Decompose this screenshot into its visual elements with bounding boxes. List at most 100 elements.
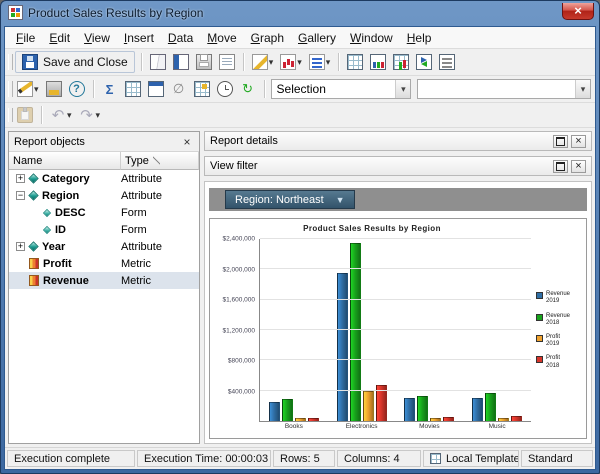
menu-view[interactable]: View xyxy=(77,28,117,48)
region-filter-dropdown[interactable]: Region: Northeast xyxy=(225,190,355,209)
format-wand-dropdown[interactable] xyxy=(250,53,276,71)
chevron-down-icon[interactable] xyxy=(575,80,590,98)
paste-button[interactable] xyxy=(15,106,35,124)
refresh-button[interactable]: ↻ xyxy=(238,80,258,98)
help-question-button[interactable]: ? xyxy=(67,80,87,98)
merge-cells-button[interactable] xyxy=(192,80,212,98)
format-pencil-dropdown[interactable] xyxy=(15,80,41,98)
object-type: Attribute xyxy=(121,240,162,253)
format-painter-button[interactable] xyxy=(44,80,64,98)
close-icon[interactable] xyxy=(571,159,586,173)
help-question-icon: ? xyxy=(68,81,85,97)
menu-gallery[interactable]: Gallery xyxy=(291,28,343,48)
legend-label: Profit 2019 xyxy=(546,334,561,348)
page-setup-button[interactable] xyxy=(217,53,237,71)
graph-style-dropdown[interactable] xyxy=(278,53,304,71)
hide-nulls-button[interactable]: ∅ xyxy=(169,80,189,98)
tree-row-id[interactable]: ID Form xyxy=(9,221,199,238)
grid-view-button[interactable] xyxy=(345,53,365,71)
format-target-combo[interactable] xyxy=(417,79,591,99)
filter-strip: Region: Northeast xyxy=(209,188,587,211)
save-and-close-button[interactable]: Save and Close xyxy=(15,51,135,73)
tree-row-year[interactable]: + Year Attribute xyxy=(9,238,199,255)
open-book-button[interactable] xyxy=(148,53,168,71)
bar[interactable] xyxy=(268,402,280,421)
menu-insert[interactable]: Insert xyxy=(117,28,161,48)
legend-item[interactable]: Revenue 2018 xyxy=(536,313,583,327)
collapse-icon[interactable]: − xyxy=(16,191,25,200)
sql-view-button[interactable] xyxy=(437,53,457,71)
object-type: Metric xyxy=(121,257,151,270)
toolbar-separator xyxy=(263,80,265,98)
close-button[interactable] xyxy=(562,3,594,20)
selection-combo[interactable]: Selection xyxy=(270,79,412,99)
format-pencil-icon xyxy=(17,81,33,97)
expand-icon[interactable]: + xyxy=(16,174,25,183)
legend-label: Revenue 2019 xyxy=(546,291,571,305)
menu-move[interactable]: Move xyxy=(200,28,243,48)
tree-row-region[interactable]: − Region Attribute xyxy=(9,187,199,204)
display-mode-dropdown[interactable] xyxy=(307,53,333,71)
toolbar-separator xyxy=(140,53,142,71)
chevron-down-icon[interactable] xyxy=(395,80,411,98)
bar[interactable] xyxy=(362,390,374,421)
column-header-type[interactable]: Type xyxy=(121,152,199,170)
page-by-button[interactable] xyxy=(146,80,166,98)
column-header-name[interactable]: Name xyxy=(9,152,121,170)
tree-row-category[interactable]: + Category Attribute xyxy=(9,170,199,187)
swap-view-button[interactable] xyxy=(414,53,434,71)
menu-file[interactable]: File xyxy=(9,28,42,48)
insert-metric-button[interactable]: Σ xyxy=(100,80,120,98)
bar[interactable] xyxy=(485,392,497,421)
menu-help[interactable]: Help xyxy=(400,28,439,48)
bar[interactable] xyxy=(375,385,387,421)
bar[interactable] xyxy=(349,242,361,421)
object-name: Category xyxy=(42,172,90,185)
menu-edit[interactable]: Edit xyxy=(42,28,77,48)
legend-item[interactable]: Profit 2018 xyxy=(536,355,583,369)
graph-view-button[interactable] xyxy=(368,53,388,71)
close-icon[interactable] xyxy=(571,134,586,148)
report-book-button[interactable] xyxy=(171,53,191,71)
undo-dropdown[interactable]: ↶ xyxy=(48,106,74,124)
legend-item[interactable]: Profit 2019 xyxy=(536,334,583,348)
schedule-clock-button[interactable] xyxy=(215,80,235,98)
bar[interactable] xyxy=(417,395,429,421)
menu-data[interactable]: Data xyxy=(161,28,200,48)
view-filter-content: Region: Northeast Product Sales Results … xyxy=(204,181,592,444)
selection-combo-value: Selection xyxy=(276,82,326,96)
tree-row-profit[interactable]: Profit Metric xyxy=(9,255,199,272)
toolbar-separator xyxy=(338,53,340,71)
form-icon xyxy=(42,208,52,217)
grid-view-icon xyxy=(347,54,364,70)
close-icon[interactable] xyxy=(180,135,194,148)
grid-graph-view-button[interactable] xyxy=(391,53,411,71)
metric-icon xyxy=(29,275,39,286)
expand-icon[interactable]: + xyxy=(16,242,25,251)
menu-window[interactable]: Window xyxy=(343,28,400,48)
toolbar-separator xyxy=(92,80,94,98)
tree-row-desc[interactable]: DESC Form xyxy=(9,204,199,221)
bar[interactable] xyxy=(404,398,416,421)
insert-grid-button[interactable] xyxy=(123,80,143,98)
bar[interactable] xyxy=(281,399,293,421)
tree-row-revenue[interactable]: Revenue Metric xyxy=(9,272,199,289)
bar[interactable] xyxy=(336,273,348,421)
x-axis-label: Music xyxy=(488,423,506,430)
undo-icon: ↶ xyxy=(51,107,65,124)
display-mode-icon xyxy=(308,54,325,70)
app-icon xyxy=(8,5,23,20)
report-objects-panel: Report objects Name Type + Category Attrib… xyxy=(8,131,200,444)
report-objects-header: Report objects xyxy=(9,132,199,152)
redo-dropdown[interactable]: ↷ xyxy=(77,106,103,124)
maximize-icon[interactable] xyxy=(553,159,568,173)
bar[interactable] xyxy=(472,397,484,421)
legend-label: Profit 2018 xyxy=(546,355,561,369)
report-details-bar: Report details xyxy=(204,131,592,151)
legend-item[interactable]: Revenue 2019 xyxy=(536,291,583,305)
menu-graph[interactable]: Graph xyxy=(244,28,291,48)
gridline xyxy=(260,238,531,239)
object-name: Region xyxy=(42,189,80,202)
maximize-icon[interactable] xyxy=(553,134,568,148)
print-button[interactable] xyxy=(194,53,214,71)
